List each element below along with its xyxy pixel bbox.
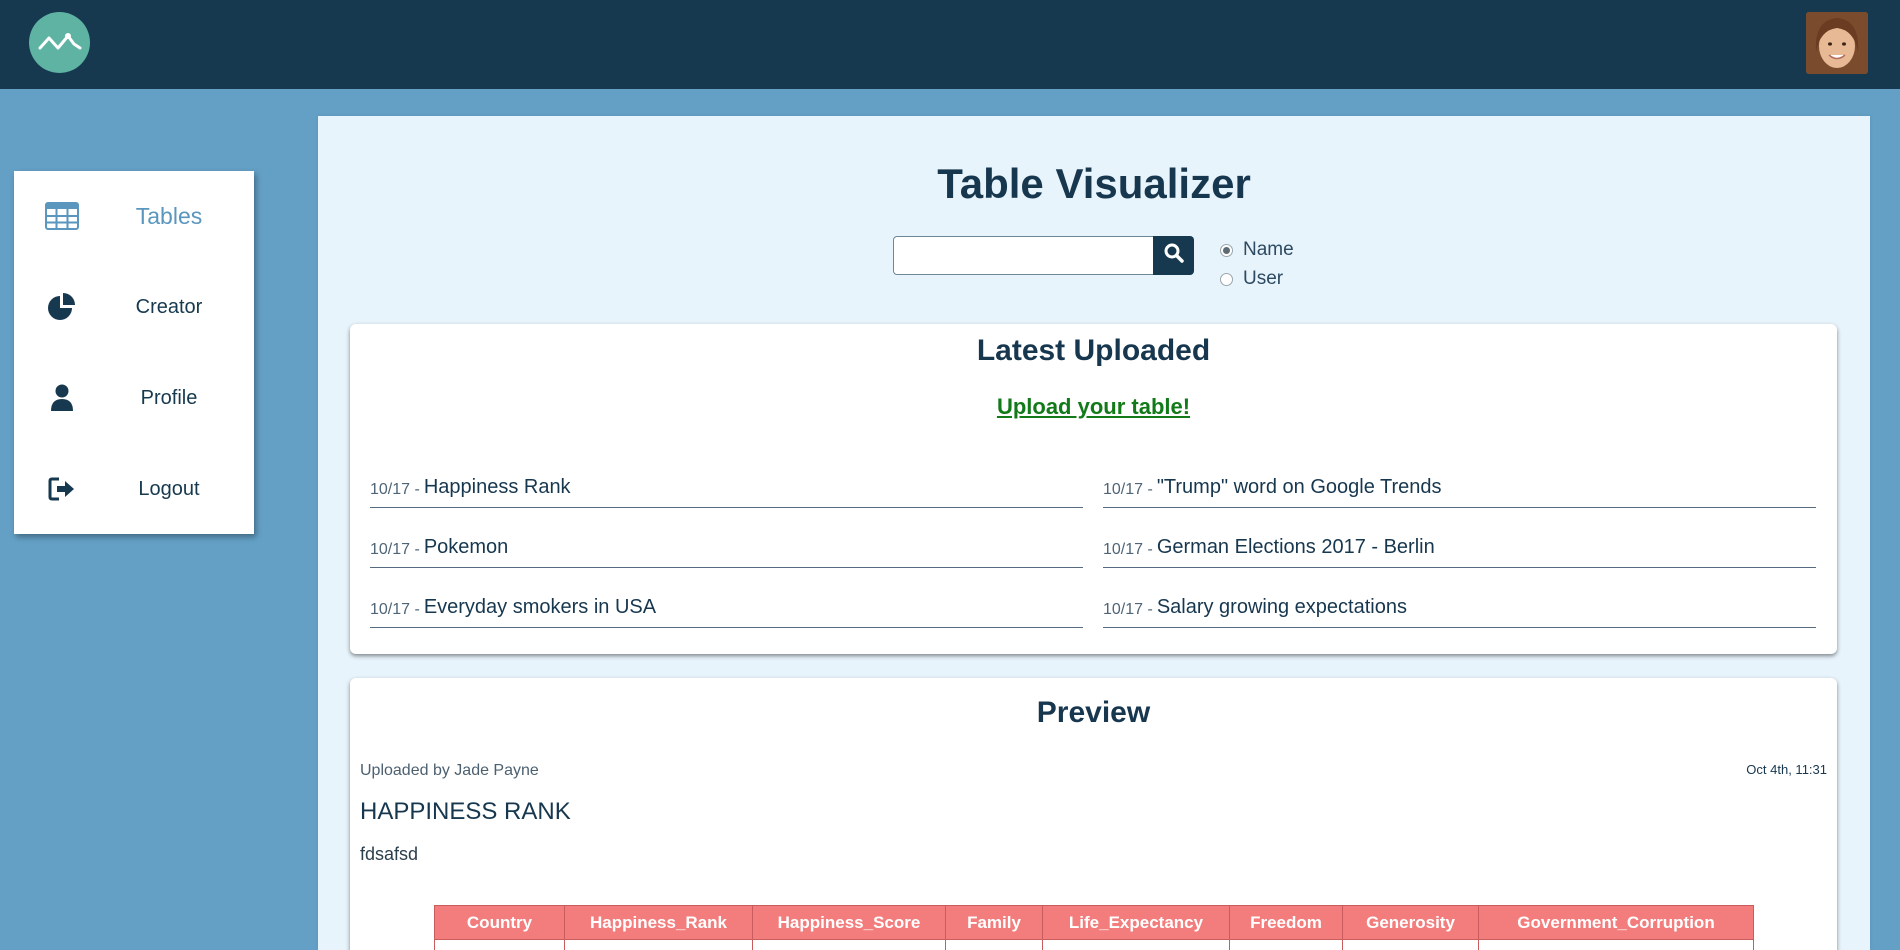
- sidebar-item-label: Profile: [140, 386, 198, 409]
- upload-timestamp: Oct 4th, 11:31: [1746, 762, 1827, 777]
- radio-name[interactable]: [1220, 243, 1233, 257]
- sidebar-item-label: Logout: [138, 477, 200, 500]
- list-item[interactable]: 10/17 - German Elections 2017 - Berlin: [1103, 536, 1816, 568]
- filter-name-option[interactable]: Name: [1220, 239, 1294, 261]
- top-navbar: [0, 0, 1900, 89]
- sidebar-item-logout[interactable]: Logout: [14, 444, 254, 534]
- column-header[interactable]: Country: [434, 905, 565, 940]
- table-row: [434, 939, 1754, 950]
- column-header[interactable]: Family: [945, 905, 1043, 940]
- search-input[interactable]: [893, 236, 1154, 275]
- entry-name: Everyday smokers in USA: [423, 596, 657, 618]
- sidebar: Tables Creator Profile Logout: [14, 171, 254, 534]
- column-header[interactable]: Generosity: [1342, 905, 1479, 940]
- preview-description: fdsafsd: [360, 844, 419, 864]
- radio-label: Name: [1243, 239, 1294, 260]
- list-item[interactable]: 10/17 - Everyday smokers in USA: [370, 596, 1083, 628]
- user-avatar[interactable]: [1806, 12, 1868, 74]
- sidebar-item-profile[interactable]: Profile: [14, 353, 254, 443]
- entry-name: Happiness Rank: [423, 476, 571, 498]
- column-header[interactable]: Happiness_Rank: [564, 905, 753, 940]
- filter-user-option[interactable]: User: [1220, 268, 1283, 290]
- pie-chart-icon: [42, 290, 82, 324]
- preview-title: Preview: [1036, 696, 1151, 729]
- pulse-logo-icon[interactable]: [29, 12, 90, 73]
- column-header[interactable]: Happiness_Score: [752, 905, 946, 940]
- table-icon: [42, 199, 82, 233]
- search-button[interactable]: [1153, 236, 1194, 275]
- list-item[interactable]: 10/17 - Pokemon: [370, 536, 1083, 568]
- entry-name: Salary growing expectations: [1156, 596, 1407, 618]
- preview-table-name: HAPPINESS RANK: [360, 798, 571, 825]
- sidebar-item-creator[interactable]: Creator: [14, 262, 254, 352]
- latest-uploaded-card: Latest Uploaded Upload your table! 10/17…: [350, 324, 1837, 654]
- table-header-row: Country Happiness_Rank Happiness_Score F…: [434, 905, 1754, 940]
- entry-name: Pokemon: [423, 536, 509, 558]
- entry-date: 10/17 -: [370, 541, 420, 558]
- search-icon: [1164, 243, 1184, 268]
- main-panel: Table Visualizer Name User Latest Upload…: [318, 116, 1870, 950]
- entry-date: 10/17 -: [1103, 481, 1153, 498]
- page-title: Table Visualizer: [937, 160, 1251, 207]
- preview-card: Preview Uploaded by Jade Payne Oct 4th, …: [350, 678, 1837, 950]
- user-icon: [42, 381, 82, 415]
- preview-data-table: Country Happiness_Rank Happiness_Score F…: [434, 905, 1754, 950]
- entry-name: "Trump" word on Google Trends: [1156, 476, 1442, 498]
- list-item[interactable]: 10/17 - Salary growing expectations: [1103, 596, 1816, 628]
- entry-date: 10/17 -: [370, 481, 420, 498]
- radio-user[interactable]: [1220, 272, 1233, 286]
- entry-date: 10/17 -: [1103, 601, 1153, 618]
- column-header[interactable]: Life_Expectancy: [1042, 905, 1230, 940]
- list-item[interactable]: 10/17 - "Trump" word on Google Trends: [1103, 476, 1816, 508]
- list-item[interactable]: 10/17 - Happiness Rank: [370, 476, 1083, 508]
- entry-date: 10/17 -: [370, 601, 420, 618]
- upload-table-link[interactable]: Upload your table!: [350, 394, 1837, 420]
- column-header[interactable]: Freedom: [1229, 905, 1343, 940]
- entry-date: 10/17 -: [1103, 541, 1153, 558]
- sidebar-item-tables[interactable]: Tables: [14, 171, 254, 261]
- sidebar-item-label: Creator: [135, 295, 203, 318]
- entry-name: German Elections 2017 - Berlin: [1156, 536, 1435, 558]
- uploaded-by-text: Uploaded by Jade Payne: [360, 762, 539, 779]
- logout-icon: [42, 472, 82, 506]
- radio-label: User: [1243, 268, 1284, 289]
- latest-uploaded-title: Latest Uploaded: [976, 334, 1211, 367]
- sidebar-item-label: Tables: [135, 202, 203, 229]
- column-header[interactable]: Government_Corruption: [1478, 905, 1754, 940]
